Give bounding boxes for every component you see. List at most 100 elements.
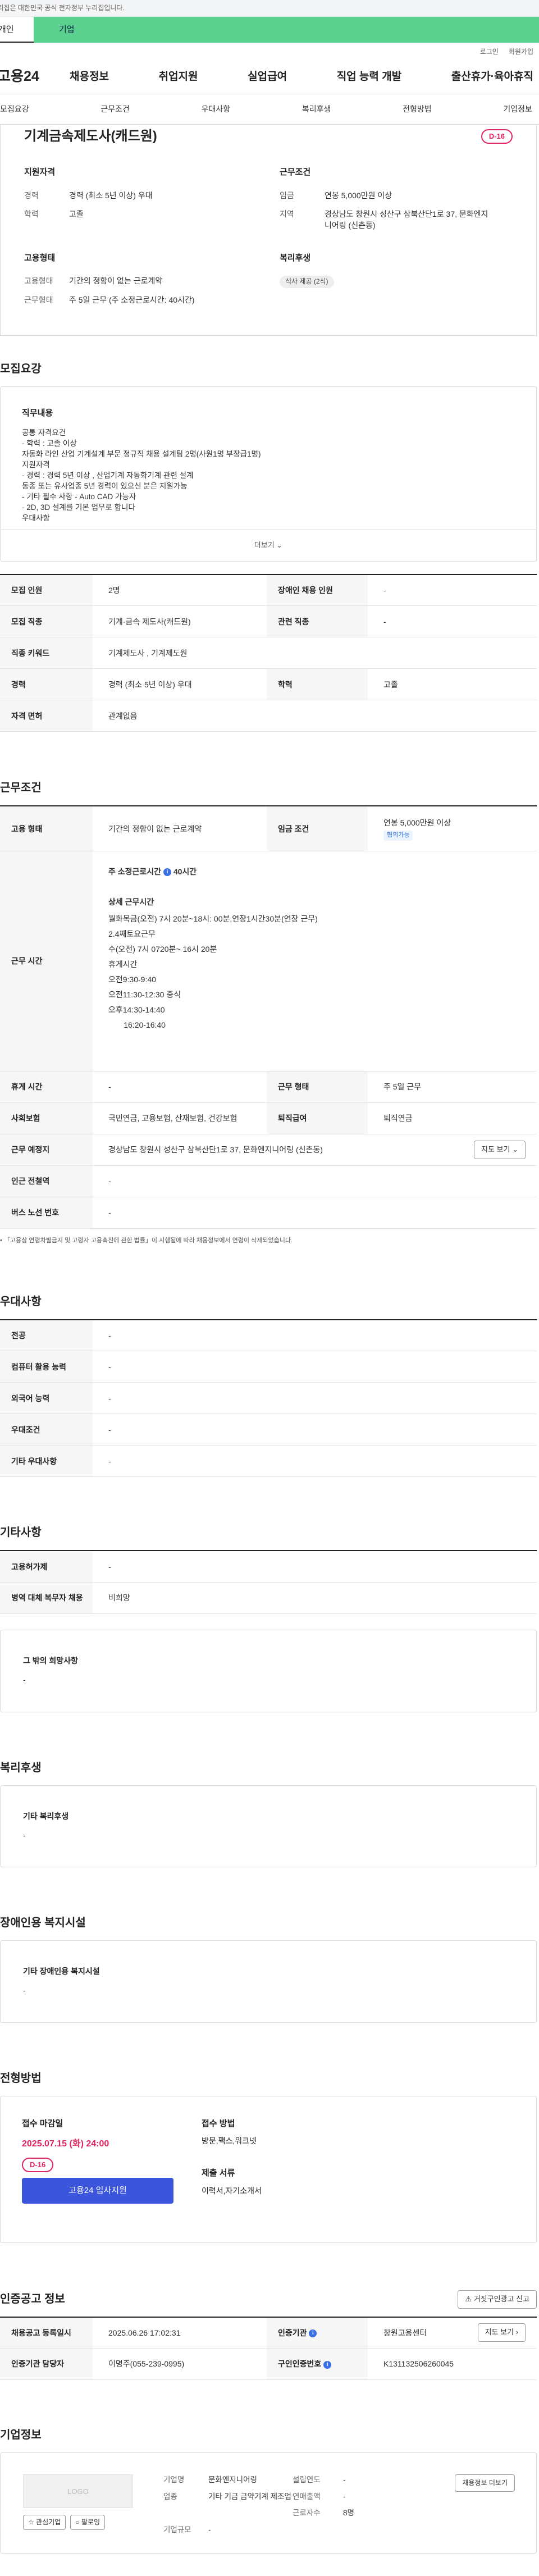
- cell-value: K131132506260045: [368, 2348, 537, 2381]
- duty-line: 동종 또는 유사업종 5년 경력이 있으신 분은 지원가능: [22, 481, 188, 490]
- report-button[interactable]: ⚠ 거짓구인광고 신고: [458, 2290, 537, 2309]
- welfare-section: 복리후생 기타 복리후생 -: [0, 1760, 539, 1868]
- kv-key: 경력: [24, 190, 39, 200]
- company-key: 근로자수: [293, 2509, 321, 2518]
- disabled-heading: 장애인용 복지시설: [0, 1917, 86, 1930]
- work-section: 근무조건 고용 형태 기간의 정함이 없는 근로계약 임금 조건 연봉 5,00…: [0, 780, 539, 1245]
- gnb-item-parental-leave[interactable]: 출산휴가·육아휴직: [451, 69, 533, 85]
- company-box: LOGO ☆ 관심기업 ○ 팔로잉 기업명 문화엔지니어링 설립연도 - 업종 …: [0, 2452, 537, 2554]
- summary-welfare: 복리후생 식사 제공 (2식): [280, 252, 513, 313]
- cell-value: -: [93, 1414, 537, 1446]
- site-logo[interactable]: 고용24: [0, 66, 64, 86]
- company-key: 연매출액: [293, 2492, 321, 2501]
- gov-notice-bar: 이 누리집은 대한민국 공식 전자정부 누리집입니다.: [0, 0, 539, 17]
- welfare-heading: 복리후생: [0, 1761, 42, 1774]
- cell-value: 기계제도사 , 기계제도원: [93, 637, 537, 669]
- selection-section: 전형방법 접수 마감일 2025.07.15 (화) 24:00 D-16 고용…: [0, 2071, 539, 2243]
- duty-line: - 기타 필수 사항 - Auto CAD 가능자: [22, 492, 136, 501]
- cell-key: 인증기관 i: [267, 2317, 368, 2349]
- favorite-label: 관심기업: [36, 2518, 61, 2527]
- gnb-item-unemployment-benefit[interactable]: 실업급여: [248, 69, 287, 85]
- info-icon[interactable]: i: [309, 2329, 317, 2337]
- detail-hours-line: 2.4째토요근무: [108, 929, 156, 938]
- cert-map-button[interactable]: 지도 보기 ›: [477, 2323, 526, 2342]
- work-heading: 근무조건: [0, 782, 42, 795]
- table-row: 모집 직종 기계·금속 제도사(캐드원) 관련 직종 -: [0, 605, 537, 638]
- gnb-item-employment-support[interactable]: 취업지원: [159, 69, 198, 85]
- apply-button[interactable]: 고용24 입사지원: [22, 2178, 173, 2204]
- snb-company[interactable]: 기업정보: [503, 103, 532, 115]
- cert-map-label: 지도 보기: [485, 2328, 514, 2337]
- cell-value: -: [93, 1319, 537, 1352]
- detail-hours-line: 수(오전) 7시 0720분~ 16시 20분: [108, 944, 217, 954]
- company-key: 설립연도: [293, 2475, 321, 2484]
- table-row: 컴퓨터 활용 능력 -: [0, 1351, 537, 1383]
- job-title: 기계금속제도사(캐드원): [24, 128, 157, 144]
- duty-heading: 직무내용: [22, 408, 53, 418]
- cell-value: 2명: [93, 574, 267, 607]
- snb-conditions[interactable]: 근무조건: [101, 103, 130, 115]
- gnb-item-training[interactable]: 직업 능력 개발: [337, 69, 401, 85]
- kv-value: 경력 (최소 5년 이상) 우대: [69, 190, 153, 200]
- snb-preference[interactable]: 우대사항: [202, 103, 231, 115]
- cell-value: -: [368, 574, 537, 607]
- cell-key: 인증기관 담당자: [0, 2348, 93, 2381]
- cell-key: 외국어 능력: [0, 1382, 93, 1415]
- cell-value: 경력 (최소 5년 이상) 우대: [93, 668, 267, 701]
- company-size-value: -: [208, 2525, 211, 2534]
- snb-welfare[interactable]: 복리후생: [302, 103, 331, 115]
- report-label: 거짓구인광고 신고: [473, 2294, 529, 2303]
- more-jobs-button[interactable]: 채용정보 더보기: [455, 2474, 515, 2492]
- tab-company[interactable]: 기업: [34, 17, 539, 43]
- cell-value: 국민연금, 고용보험, 산재보험, 건강보험: [93, 1102, 267, 1134]
- work-time-value: 주 소정근로시간 i 40시간 상세 근무시간 월화목금(오전) 7시 20분~…: [93, 851, 537, 1072]
- snb-selection[interactable]: 전형방법: [403, 103, 432, 115]
- cell-value: 기간의 정함이 없는 근로계약: [93, 806, 267, 851]
- more-button[interactable]: 더보기 ⌄: [1, 529, 536, 561]
- cell-value: 이명주(055-239-0995): [93, 2348, 267, 2381]
- detail-hours-line: 월화목금(오전) 7시 20분~18시: 00분,연장1시간30분(연장 근무): [108, 914, 318, 923]
- cell-key: 인근 전철역: [0, 1165, 93, 1197]
- summary-conditions: 근무조건 임금 연봉 5,000만원 이상 지역 경상남도 창원시 성산구 삼북산단…: [280, 166, 513, 239]
- cell-key: 자격 면허: [0, 700, 93, 732]
- recruit-table: 모집 인원 2명 장애인 채용 인원 - 모집 직종 기계·금속 제도사(캐드원) 관련 직…: [0, 573, 537, 732]
- cell-key: 근무 시간: [0, 851, 93, 1072]
- detail-hours-line: 휴게시간: [108, 959, 138, 969]
- duty-line: - 경력 : 경력 5년 이상 , 산업기계 자동화기계 관련 설계: [22, 471, 194, 480]
- cert-section: 인증공고 정보 ⚠ 거짓구인광고 신고 채용공고 등록일시 2025.06.26…: [0, 2290, 539, 2381]
- cell-key: 모집 인원: [0, 574, 93, 607]
- cell-value: -: [93, 1382, 537, 1415]
- gnb-item-jobs[interactable]: 채용정보: [70, 69, 109, 85]
- login-link[interactable]: 로그인: [480, 47, 499, 60]
- audience-tabs: 개인 기업: [0, 17, 539, 43]
- prefer-table: 전공 - 컴퓨터 활용 능력 - 외국어 능력 - 우대조건 - 기타 우대사항 -: [0, 1319, 537, 1478]
- table-row: 모집 인원 2명 장애인 채용 인원 -: [0, 574, 537, 607]
- more-label: 더보기: [254, 541, 275, 550]
- cell-value: 퇴직연금: [368, 1102, 537, 1134]
- kv-key: 근무형태: [24, 295, 53, 304]
- kv-key: 고용형태: [24, 276, 53, 286]
- welfare-chip: 식사 제공 (2식): [280, 276, 334, 288]
- info-icon[interactable]: i: [163, 868, 171, 877]
- dday-badge: D-16: [481, 129, 513, 144]
- method-value: 방문,팩스,워크넷: [202, 2136, 257, 2146]
- table-row: 자격 면허 관계없음: [0, 700, 537, 732]
- duty-box: 직무내용 공통 자격요건 - 학력 : 고졸 이상 자동화 라인 산업 기계설계 부…: [0, 386, 537, 562]
- cell-key: 채용공고 등록일시: [0, 2317, 93, 2349]
- cell-value: -: [93, 1071, 267, 1103]
- follow-button[interactable]: ○ 팔로잉: [70, 2515, 105, 2531]
- docs-heading: 제출 서류: [202, 2168, 235, 2178]
- cell-key: 전공: [0, 1319, 93, 1352]
- job-summary-card: 기계금속제도사(캐드원) D-16 지원자격 경력 경력 (최소 5년 이상) 우…: [0, 125, 537, 336]
- map-button[interactable]: 지도 보기 ⌄: [474, 1141, 526, 1159]
- kv-key: 학력: [24, 209, 39, 219]
- signup-link[interactable]: 회원가입: [509, 47, 533, 60]
- wish-heading: 그 밖의 희망사항: [23, 1656, 78, 1665]
- cell-value: 주 5일 근무: [368, 1071, 537, 1103]
- table-row: 우대조건 -: [0, 1414, 537, 1446]
- cell-value: 2025.06.26 17:02:31: [93, 2317, 267, 2349]
- favorite-button[interactable]: ☆ 관심기업: [23, 2515, 66, 2531]
- info-icon[interactable]: i: [323, 2360, 332, 2369]
- snb-recruit[interactable]: 모집요강: [0, 103, 29, 115]
- tab-personal[interactable]: 개인: [0, 17, 34, 43]
